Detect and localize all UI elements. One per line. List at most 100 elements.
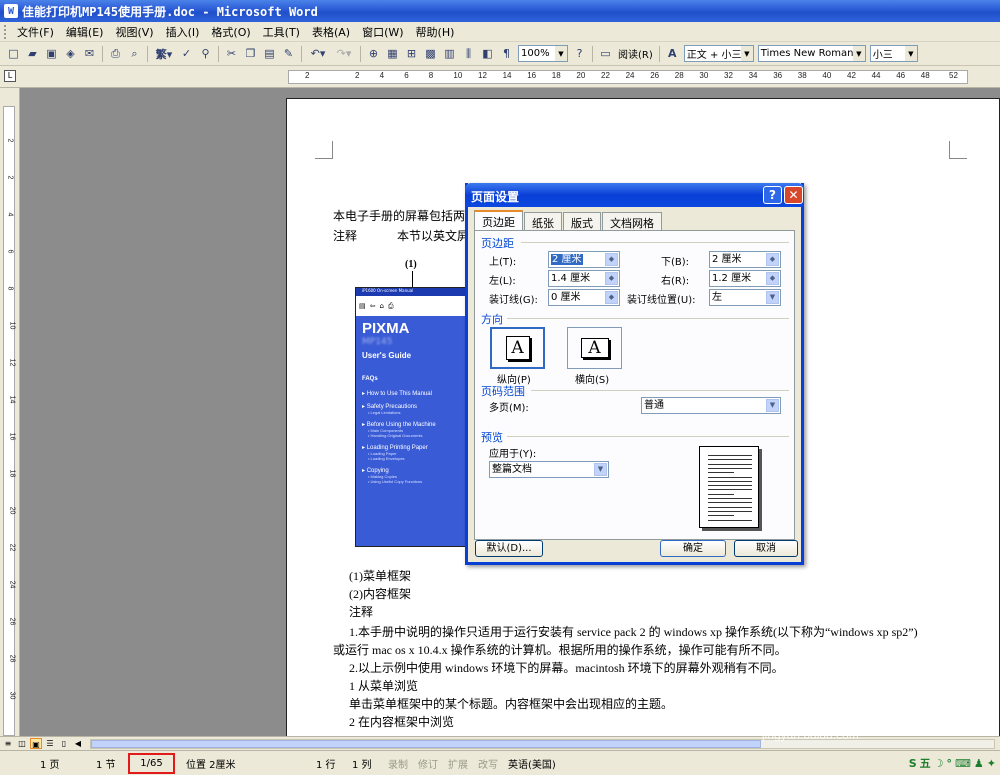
tab-selector[interactable]: L — [4, 70, 16, 82]
spinner-arrows-icon[interactable]: ◆ — [766, 272, 779, 285]
zoom-select[interactable]: 100% ▼ — [518, 45, 568, 62]
drawing-icon[interactable]: ⫼ — [460, 45, 477, 62]
status-track-changes[interactable]: 修订 — [418, 756, 438, 771]
scrollbar-thumb[interactable] — [91, 740, 761, 748]
ime-settings-icon[interactable]: ✦ — [987, 757, 996, 770]
ime-mode-icon[interactable]: 五 — [920, 755, 931, 771]
print-layout-icon[interactable]: ▣ — [30, 738, 42, 749]
save-icon[interactable]: ▣ — [43, 45, 60, 62]
top-margin-spinner[interactable]: 2 厘米 ◆ — [548, 251, 620, 268]
status-page: 1 页 — [40, 760, 60, 771]
read-button[interactable]: 阅读(R) — [615, 46, 656, 61]
close-button[interactable]: ✕ — [784, 186, 803, 204]
chevron-down-icon[interactable]: ▼ — [766, 291, 779, 304]
help-button[interactable]: ? — [763, 186, 782, 204]
cut-icon[interactable]: ✂ — [223, 45, 240, 62]
font-select[interactable]: Times New Roman ▼ — [757, 45, 866, 62]
styles-icon[interactable]: A — [664, 45, 681, 62]
ruler-tick-label: 42 — [847, 71, 856, 80]
tab-margins[interactable]: 页边距 — [474, 210, 523, 230]
help-icon[interactable]: ? — [571, 45, 588, 62]
dialog-title-bar[interactable]: 页面设置 ? ✕ — [465, 183, 804, 207]
print-icon[interactable]: ⎙ — [107, 45, 124, 62]
status-extend[interactable]: 扩展 — [448, 756, 468, 771]
permission-icon[interactable]: ◈ — [62, 45, 79, 62]
cancel-button[interactable]: 取消 — [734, 540, 798, 557]
horizontal-scrollbar[interactable] — [90, 739, 995, 749]
tab-document-grid[interactable]: 文档网格 — [602, 212, 662, 230]
horizontal-ruler[interactable]: L 2 2 4 6 8 10 12 14 16 18 20 22 24 26 28 30 32 34 36 38 40 4… — [0, 66, 1000, 88]
tables-borders-icon[interactable]: ▦ — [384, 45, 401, 62]
apply-to-select[interactable]: 整篇文档 ▼ — [489, 461, 609, 478]
chevron-down-icon[interactable]: ▼ — [594, 463, 607, 476]
font-size-select[interactable]: 小三 ▼ — [869, 45, 918, 62]
traditional-chinese-icon[interactable]: 繁▾ — [152, 45, 176, 62]
preview-text-line — [708, 472, 734, 474]
tab-paper[interactable]: 纸张 — [524, 212, 562, 230]
preview-text-line — [708, 510, 752, 512]
right-margin-spinner[interactable]: 1.2 厘米 ◆ — [709, 270, 781, 287]
ime-keyboard-icon[interactable]: ⌨ — [955, 757, 971, 770]
redo-icon[interactable]: ↷▾ — [332, 45, 356, 62]
vertical-ruler[interactable]: 2 2 4 6 8 10 12 14 16 18 20 22 24 26 28 30 — [0, 88, 20, 736]
show-hide-icon[interactable]: ¶ — [498, 45, 515, 62]
ok-button[interactable]: 确定 — [660, 540, 726, 557]
bottom-margin-spinner[interactable]: 2 厘米 ◆ — [709, 251, 781, 268]
menu-file[interactable]: 文件(F) — [11, 24, 60, 40]
menu-window[interactable]: 窗口(W) — [356, 24, 409, 40]
email-icon[interactable]: ✉ — [81, 45, 98, 62]
read-mode-icon[interactable]: ▭ — [597, 45, 614, 62]
tab-layout[interactable]: 版式 — [563, 212, 601, 230]
spinner-arrows-icon[interactable]: ◆ — [605, 272, 618, 285]
menu-grip[interactable] — [4, 24, 7, 39]
print-preview-icon[interactable]: ⌕ — [126, 45, 143, 62]
web-view-icon[interactable]: ◫ — [16, 738, 28, 749]
word-app-icon[interactable]: W — [4, 4, 18, 18]
open-folder-icon[interactable]: ▰ — [24, 45, 41, 62]
gutter-spinner[interactable]: 0 厘米 ◆ — [548, 289, 620, 306]
columns-icon[interactable]: ▥ — [441, 45, 458, 62]
insert-excel-icon[interactable]: ▩ — [422, 45, 439, 62]
crop-mark — [949, 141, 967, 159]
copy-icon[interactable]: ❐ — [242, 45, 259, 62]
normal-view-icon[interactable]: ≡ — [2, 738, 14, 749]
document-map-icon[interactable]: ◧ — [479, 45, 496, 62]
menu-help[interactable]: 帮助(H) — [410, 24, 461, 40]
menu-insert[interactable]: 插入(I) — [160, 24, 206, 40]
paste-icon[interactable]: ▤ — [261, 45, 278, 62]
status-record[interactable]: 录制 — [388, 756, 408, 771]
landscape-option[interactable]: A — [567, 327, 622, 369]
menu-view[interactable]: 视图(V) — [109, 24, 159, 40]
hyperlink-icon[interactable]: ⊕ — [365, 45, 382, 62]
spinner-arrows-icon[interactable]: ◆ — [605, 253, 618, 266]
outline-view-icon[interactable]: ☰ — [44, 738, 56, 749]
scroll-left-icon[interactable]: ◀ — [72, 738, 84, 749]
undo-icon[interactable]: ↶▾ — [306, 45, 330, 62]
ime-moon-icon[interactable]: ☽ — [934, 757, 944, 770]
format-painter-icon[interactable]: ✎ — [280, 45, 297, 62]
default-button[interactable]: 默认(D)... — [475, 540, 543, 557]
menu-tools[interactable]: 工具(T) — [257, 24, 306, 40]
spinner-arrows-icon[interactable]: ◆ — [605, 291, 618, 304]
style-select[interactable]: 正文 + 小三 ▼ — [683, 45, 754, 62]
new-document-icon[interactable]: □ — [5, 45, 22, 62]
menu-table[interactable]: 表格(A) — [306, 24, 356, 40]
spinner-arrows-icon[interactable]: ◆ — [766, 253, 779, 266]
insert-table-icon[interactable]: ⊞ — [403, 45, 420, 62]
left-margin-spinner[interactable]: 1.4 厘米 ◆ — [548, 270, 620, 287]
menu-format[interactable]: 格式(O) — [205, 24, 256, 40]
menu-edit[interactable]: 编辑(E) — [60, 24, 110, 40]
ime-user-icon[interactable]: ♟ — [974, 757, 984, 770]
multiple-pages-select[interactable]: 普通 ▼ — [641, 397, 781, 414]
ime-punct-icon[interactable]: ° — [947, 757, 953, 770]
page-setup-dialog[interactable]: 页面设置 ? ✕ 页边距 纸张 版式 文档网格 页边距 上(T): 2 厘米 ◆… — [465, 183, 804, 565]
reading-view-icon[interactable]: ▯ — [58, 738, 70, 749]
portrait-option[interactable]: A — [490, 327, 545, 369]
status-overtype[interactable]: 改写 — [478, 756, 498, 771]
spelling-icon[interactable]: ✓ — [178, 45, 195, 62]
ruler-tick-label: 32 — [724, 71, 733, 80]
chevron-down-icon[interactable]: ▼ — [766, 399, 779, 412]
gutter-position-select[interactable]: 左 ▼ — [709, 289, 781, 306]
ime-logo-icon[interactable]: S — [909, 757, 917, 770]
research-icon[interactable]: ⚲ — [197, 45, 214, 62]
